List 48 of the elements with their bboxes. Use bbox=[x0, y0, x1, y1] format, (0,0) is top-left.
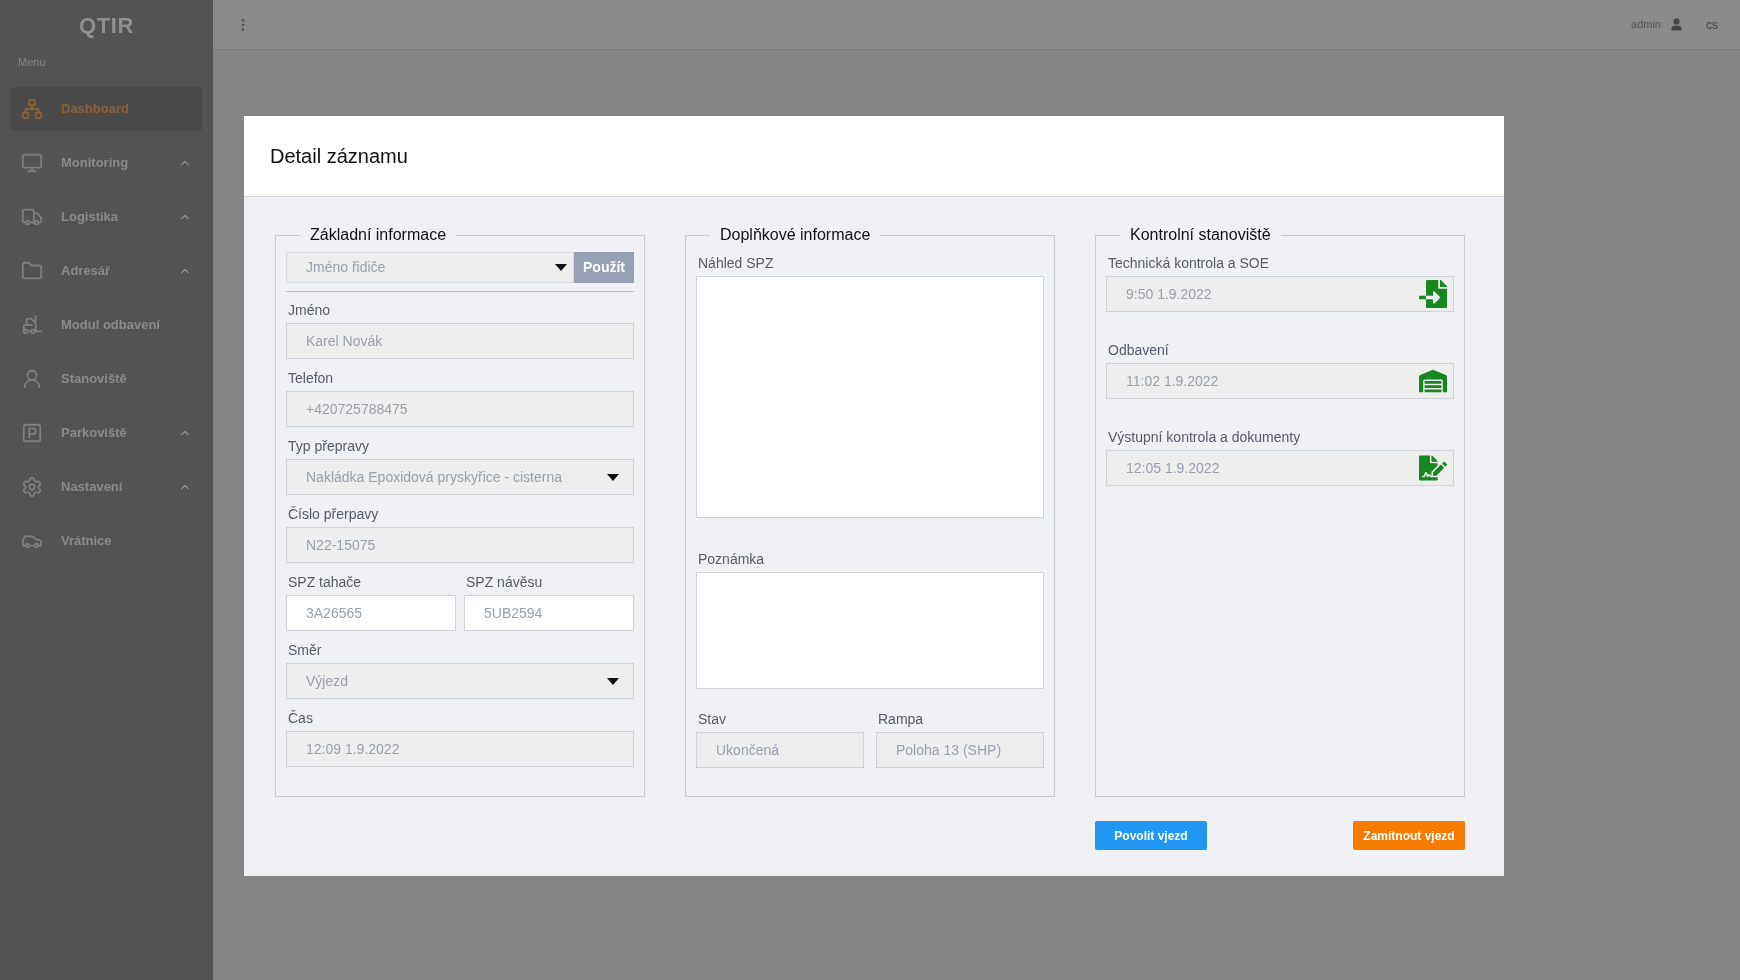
field-label: Telefon bbox=[287, 370, 335, 387]
section-title: Kontrolní stanoviště bbox=[1129, 225, 1272, 245]
caret-icon bbox=[607, 677, 619, 685]
sidebar-item[interactable]: Dashboard bbox=[11, 86, 202, 131]
file-signature-icon[interactable] bbox=[1419, 454, 1447, 482]
caret-icon bbox=[607, 473, 619, 481]
time-field: 12:05 1.9.2022 bbox=[1106, 450, 1454, 486]
reject-button[interactable]: Zamítnout vjezd bbox=[1353, 821, 1465, 850]
monitor-icon bbox=[21, 151, 43, 174]
input-field[interactable]: 3A26565 bbox=[286, 595, 456, 631]
field-label: SPZ návěsu bbox=[465, 574, 544, 591]
network-icon bbox=[21, 97, 43, 120]
field-label: Stav bbox=[697, 711, 727, 728]
settings-icon bbox=[21, 475, 43, 498]
field-label: Poznámka bbox=[697, 551, 766, 568]
field-label: Číslo přerpavy bbox=[287, 506, 380, 523]
field-label: Směr bbox=[287, 642, 323, 659]
field-label: Odbavení bbox=[1107, 342, 1170, 359]
forklift-icon bbox=[21, 313, 43, 336]
user-icon[interactable] bbox=[1669, 17, 1684, 32]
folder-icon bbox=[21, 259, 43, 282]
person-icon bbox=[21, 367, 43, 390]
field-label: SPZ tahače bbox=[287, 574, 363, 591]
warehouse-icon[interactable] bbox=[1419, 367, 1447, 395]
field-label: Náhled SPZ bbox=[697, 255, 775, 272]
dialog-title: Detail záznamu bbox=[270, 144, 408, 169]
time-field: 9:50 1.9.2022 bbox=[1106, 276, 1454, 312]
section-title: Doplňkové informace bbox=[719, 225, 872, 245]
input-field[interactable]: Poloha 13 (SHP) bbox=[876, 732, 1044, 768]
note-field[interactable] bbox=[696, 572, 1044, 689]
field-label: Typ přepravy bbox=[287, 438, 370, 455]
field-label: Technická kontrola a SOE bbox=[1107, 255, 1271, 272]
field-label: Jméno bbox=[287, 302, 332, 319]
logo: QTIR bbox=[79, 11, 134, 40]
field-label: Čas bbox=[287, 710, 314, 727]
section-title: Základní informace bbox=[309, 225, 448, 245]
field-label: Rampa bbox=[877, 711, 925, 728]
language-code[interactable]: cs bbox=[1706, 15, 1718, 34]
allow-button[interactable]: Povolit vjezd bbox=[1095, 821, 1207, 850]
field-label: Výstupní kontrola a dokumenty bbox=[1107, 429, 1302, 446]
time-field: 11:02 1.9.2022 bbox=[1106, 363, 1454, 399]
parking-icon bbox=[21, 421, 43, 444]
caret-icon bbox=[555, 264, 567, 271]
apply-button[interactable]: Použít bbox=[574, 252, 634, 283]
input-field[interactable]: 5UB2594 bbox=[464, 595, 634, 631]
file-import-icon[interactable] bbox=[1419, 280, 1447, 308]
input-field[interactable]: Ukončená bbox=[696, 732, 864, 768]
driver-select[interactable]: Jméno řidiče bbox=[286, 252, 574, 283]
